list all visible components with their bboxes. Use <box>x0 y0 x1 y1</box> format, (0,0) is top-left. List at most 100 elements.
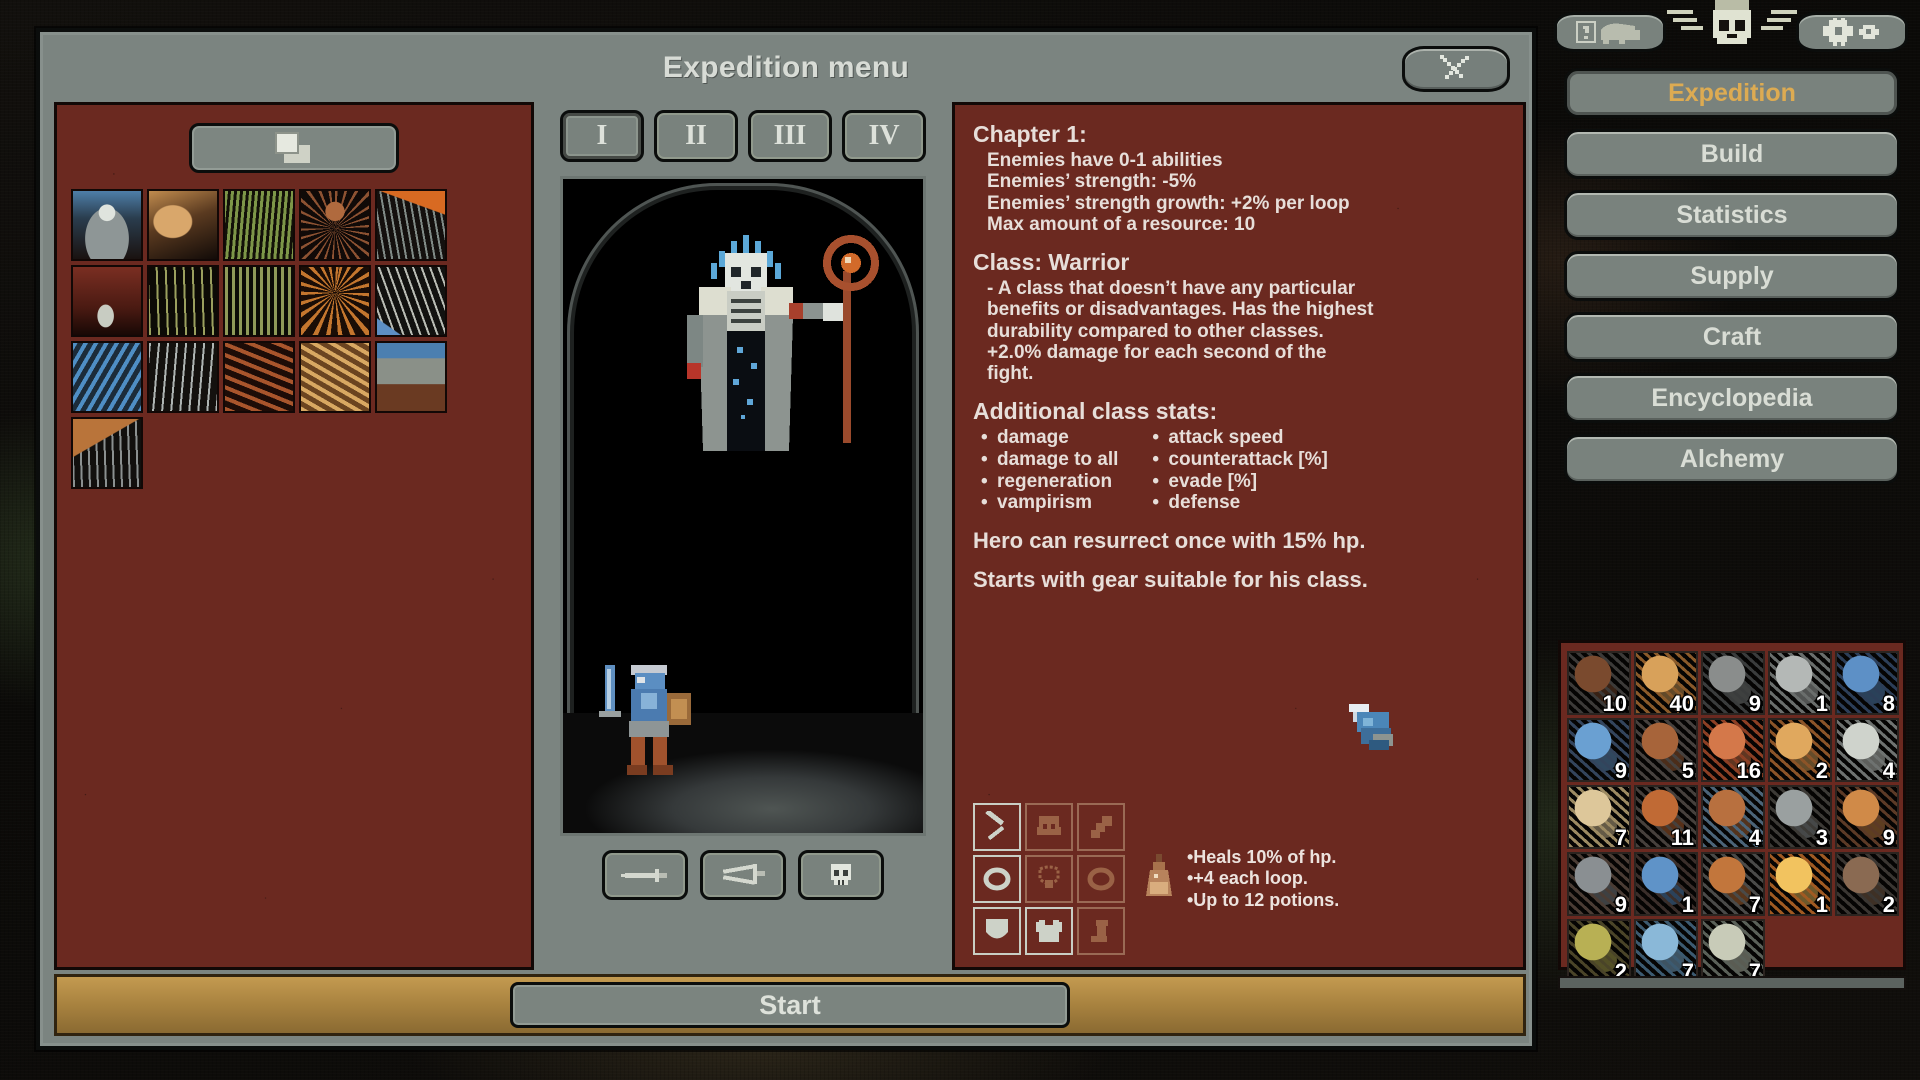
right-sidebar: Expedition Build Statistics Supply Craft… <box>1544 0 1920 1080</box>
chapter-line-1: Enemies have 0-1 abilities <box>987 150 1223 171</box>
inventory-item[interactable]: 40 <box>1634 651 1698 715</box>
sidebar-item-encyclopedia[interactable]: Encyclopedia <box>1564 373 1900 423</box>
inventory-item[interactable]: 7 <box>1634 919 1698 983</box>
sidebar-item-alchemy[interactable]: Alchemy <box>1564 434 1900 484</box>
help-button[interactable] <box>1554 12 1666 52</box>
gloves-icon <box>1091 816 1112 838</box>
stat-vampirism: vampirism <box>981 492 1118 514</box>
inventory-item-count: 11 <box>1670 825 1694 849</box>
armor-slot[interactable] <box>1025 907 1073 955</box>
settings-button[interactable] <box>1796 12 1908 52</box>
inventory-item[interactable]: 16 <box>1701 718 1765 782</box>
stat-attack-speed: attack speed <box>1152 427 1327 449</box>
shield-slot[interactable] <box>973 907 1021 955</box>
inventory-item[interactable]: 11 <box>1634 785 1698 849</box>
sidebar-nav: Expedition Build Statistics Supply Craft… <box>1564 68 1900 484</box>
class-line-4: +2.0% damage for each second of the <box>987 341 1327 363</box>
list-item[interactable] <box>223 341 295 413</box>
list-item[interactable] <box>71 341 143 413</box>
tab-chapter-2[interactable]: II <box>654 110 738 162</box>
class-line-3: durability compared to other classes. <box>987 320 1324 342</box>
stats-heading: Additional class stats: <box>973 398 1218 425</box>
start-button[interactable]: Start <box>510 982 1070 1028</box>
inventory-item[interactable]: 9 <box>1701 651 1765 715</box>
close-icon[interactable] <box>1402 46 1510 92</box>
inventory-item[interactable]: 9 <box>1567 718 1631 782</box>
stat-damage-to-all: damage to all <box>981 449 1118 471</box>
inventory-item-count: 40 <box>1669 691 1694 715</box>
list-item[interactable] <box>299 189 371 261</box>
skull-mode-button[interactable] <box>798 850 884 900</box>
crossed-swords-mode-button[interactable] <box>700 850 786 900</box>
class-line-1: - A class that doesn’t have any particul… <box>987 278 1356 300</box>
tab-chapter-4[interactable]: IV <box>842 110 926 162</box>
list-item[interactable] <box>375 189 447 261</box>
list-item[interactable] <box>71 189 143 261</box>
list-item[interactable] <box>299 341 371 413</box>
tab-chapter-3[interactable]: III <box>748 110 832 162</box>
inventory-item[interactable]: 2 <box>1768 718 1832 782</box>
chapter-info-block: Chapter 1: Enemies have 0-1 abilities En… <box>973 121 1505 235</box>
inventory-item[interactable]: 1 <box>1768 651 1832 715</box>
list-item[interactable] <box>223 265 295 337</box>
list-item[interactable] <box>375 341 447 413</box>
boots-icon <box>1091 920 1108 942</box>
ring-icon <box>1087 867 1115 891</box>
class-line-5: fight. <box>987 363 1034 385</box>
inventory-item[interactable]: 7 <box>1567 785 1631 849</box>
sidebar-item-expedition[interactable]: Expedition <box>1564 68 1900 118</box>
inventory-item[interactable]: 9 <box>1835 785 1899 849</box>
inventory-item[interactable]: 1 <box>1768 852 1832 916</box>
list-item[interactable] <box>71 265 143 337</box>
list-item[interactable] <box>147 189 219 261</box>
amulet-slot[interactable] <box>1025 855 1073 903</box>
list-item[interactable] <box>375 265 447 337</box>
inventory-item[interactable]: 2 <box>1835 852 1899 916</box>
gloves-slot[interactable] <box>1077 803 1125 851</box>
single-sword-mode-button[interactable] <box>602 850 688 900</box>
expedition-card-grid <box>67 189 521 489</box>
ring-right-slot[interactable] <box>1077 855 1125 903</box>
inventory-item[interactable]: 7 <box>1701 852 1765 916</box>
cards-panel <box>54 102 534 970</box>
inventory-item-count: 8 <box>1882 691 1895 715</box>
inventory-item-count: 3 <box>1815 825 1828 849</box>
inventory-item[interactable]: 8 <box>1835 651 1899 715</box>
tab-chapter-1[interactable]: I <box>560 110 644 162</box>
sidebar-item-supply[interactable]: Supply <box>1564 251 1900 301</box>
shield-icon <box>986 919 1008 939</box>
list-item[interactable] <box>147 265 219 337</box>
sidebar-item-statistics[interactable]: Statistics <box>1564 190 1900 240</box>
inventory-item[interactable]: 3 <box>1768 785 1832 849</box>
class-heading: Class: Warrior <box>973 249 1130 276</box>
helmet-slot[interactable] <box>1025 803 1073 851</box>
potion-line-1: •Heals 10% of hp. <box>1187 846 1337 867</box>
inventory-item[interactable]: 4 <box>1835 718 1899 782</box>
list-item[interactable] <box>223 189 295 261</box>
inventory-item[interactable]: 1 <box>1634 852 1698 916</box>
stat-evade: evade [%] <box>1152 471 1327 493</box>
inventory-item[interactable]: 9 <box>1567 852 1631 916</box>
inventory-item[interactable]: 10 <box>1567 651 1631 715</box>
list-item[interactable] <box>147 341 219 413</box>
inventory-item[interactable]: 2 <box>1567 919 1631 983</box>
sidebar-item-build[interactable]: Build <box>1564 129 1900 179</box>
inventory-scrollbar[interactable] <box>1558 976 1906 990</box>
boots-slot[interactable] <box>1077 907 1125 955</box>
helmet-icon <box>1037 816 1061 835</box>
deck-button[interactable] <box>189 123 399 173</box>
inventory-item[interactable]: 4 <box>1701 785 1765 849</box>
list-item[interactable] <box>71 417 143 489</box>
gear-icon <box>1823 18 1879 46</box>
start-bar: Start <box>54 974 1526 1036</box>
chapter-line-3: Enemies’ strength growth: +2% per loop <box>987 192 1350 214</box>
stats-columns: damage damage to all regeneration vampir… <box>973 427 1505 514</box>
sidebar-item-craft[interactable]: Craft <box>1564 312 1900 362</box>
weapon-slot[interactable] <box>973 803 1021 851</box>
potion-info: •Heals 10% of hp. •+4 each loop. •Up to … <box>1141 847 1339 912</box>
list-item[interactable] <box>299 265 371 337</box>
inventory-item[interactable]: 5 <box>1634 718 1698 782</box>
additional-stats-block: Additional class stats: damage damage to… <box>973 398 1505 514</box>
ring-left-slot[interactable] <box>973 855 1021 903</box>
inventory-item[interactable]: 7 <box>1701 919 1765 983</box>
